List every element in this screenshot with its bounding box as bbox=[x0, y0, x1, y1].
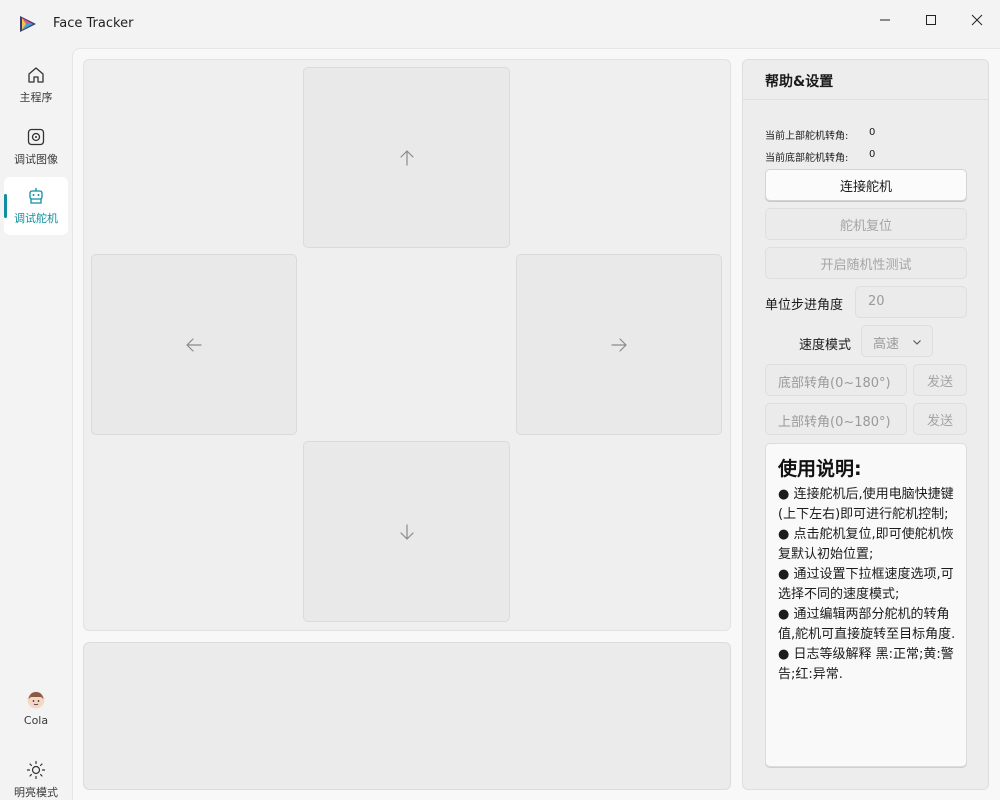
chevron-down-icon bbox=[913, 340, 921, 345]
bottom-angle-value: 0 bbox=[869, 149, 876, 160]
step-angle-input[interactable]: 20 bbox=[855, 286, 967, 318]
nav-item-debug-servo[interactable]: 调试舵机 bbox=[4, 177, 68, 235]
reset-servo-button[interactable]: 舵机复位 bbox=[765, 208, 967, 240]
maximize-icon bbox=[926, 15, 936, 25]
nav-item-debug-image[interactable]: 调试图像 bbox=[4, 118, 68, 176]
camera-icon bbox=[26, 127, 46, 147]
sun-icon bbox=[26, 760, 46, 780]
send-top-angle-button[interactable]: 发送 bbox=[913, 403, 967, 435]
move-down-button[interactable] bbox=[303, 441, 510, 622]
usage-instructions: 使用说明: ● 连接舵机后,使用电脑快捷键(上下左右)即可进行舵机控制; ● 点… bbox=[765, 443, 967, 767]
avatar-icon bbox=[26, 690, 46, 710]
speed-mode-label: 速度模式 bbox=[799, 338, 852, 353]
robot-icon bbox=[26, 186, 46, 206]
move-left-button[interactable] bbox=[91, 254, 297, 435]
instructions-heading: 使用说明: bbox=[778, 458, 862, 480]
top-angle-label: 当前上部舵机转角: bbox=[765, 131, 849, 142]
connect-servo-button[interactable]: 连接舵机 bbox=[765, 169, 967, 201]
close-button[interactable] bbox=[954, 4, 1000, 36]
top-servo-angle-readout: 当前上部舵机转角: 0 bbox=[765, 127, 875, 142]
panel-title: 帮助&设置 bbox=[765, 74, 834, 90]
bottom-angle-input[interactable]: 底部转角(0~180°) bbox=[765, 364, 907, 396]
theme-toggle-label: 明亮模式 bbox=[14, 786, 58, 799]
speed-mode-select[interactable]: 高速 bbox=[861, 325, 933, 357]
nav-item-label: 调试图像 bbox=[14, 153, 58, 166]
move-right-button[interactable] bbox=[516, 254, 722, 435]
instruction-item: ● 日志等级解释 黑:正常;黄:警告;红:异常. bbox=[778, 647, 954, 682]
bottom-servo-angle-readout: 当前底部舵机转角: 0 bbox=[765, 149, 875, 164]
close-icon bbox=[971, 14, 983, 26]
bottom-angle-label: 当前底部舵机转角: bbox=[765, 153, 849, 164]
step-angle-label: 单位步进角度 bbox=[765, 298, 844, 313]
app-logo-icon bbox=[18, 14, 38, 34]
random-test-button[interactable]: 开启随机性测试 bbox=[765, 247, 967, 279]
arrow-down-icon bbox=[399, 523, 414, 540]
nav-item-theme[interactable]: 明亮模式 bbox=[4, 751, 68, 800]
instruction-item: ● 点击舵机复位,即可使舵机恢复默认初始位置; bbox=[778, 527, 954, 562]
top-angle-input[interactable]: 上部转角(0~180°) bbox=[765, 403, 907, 435]
user-name: Cola bbox=[23, 713, 49, 727]
panel-header: 帮助&设置 bbox=[743, 60, 988, 100]
top-angle-value: 0 bbox=[869, 127, 876, 138]
nav-item-user[interactable]: Cola bbox=[4, 679, 68, 737]
minimize-icon bbox=[880, 19, 890, 21]
send-bottom-angle-button[interactable]: 发送 bbox=[913, 364, 967, 396]
move-up-button[interactable] bbox=[303, 67, 510, 248]
speed-mode-value: 高速 bbox=[873, 337, 900, 352]
title-bar: Face Tracker bbox=[0, 0, 1000, 48]
instruction-item: ● 通过编辑两部分舵机的转角值,舵机可直接旋转至目标角度. bbox=[778, 607, 956, 642]
minimize-button[interactable] bbox=[862, 4, 908, 36]
nav-item-label: 主程序 bbox=[19, 91, 53, 104]
arrow-right-icon bbox=[611, 337, 627, 352]
app-title: Face Tracker bbox=[53, 16, 134, 31]
instruction-item: ● 通过设置下拉框速度选项,可选择不同的速度模式; bbox=[778, 567, 954, 602]
arrow-up-icon bbox=[399, 149, 414, 166]
instruction-item: ● 连接舵机后,使用电脑快捷键(上下左右)即可进行舵机控制; bbox=[778, 487, 954, 522]
nav-item-label: 调试舵机 bbox=[14, 212, 58, 225]
nav-item-main[interactable]: 主程序 bbox=[4, 56, 68, 114]
navigation-rail: 主程序 调试图像 调试舵机 Cola 明亮模式 bbox=[0, 48, 72, 800]
log-panel[interactable] bbox=[83, 642, 731, 790]
arrow-left-icon bbox=[186, 337, 202, 352]
home-icon bbox=[26, 65, 46, 85]
maximize-button[interactable] bbox=[908, 4, 954, 36]
